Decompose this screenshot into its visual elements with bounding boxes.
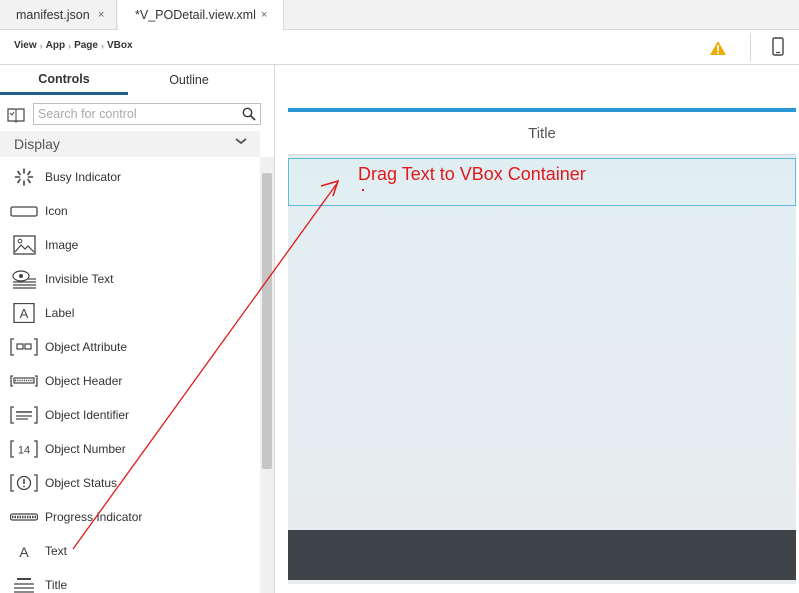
tab-manifest-json[interactable]: manifest.json × xyxy=(0,0,117,29)
breadcrumb-item-page[interactable]: Page xyxy=(74,40,98,51)
tab-controls[interactable]: Controls xyxy=(0,65,128,95)
control-item-object-header[interactable]: Object Header xyxy=(0,364,258,398)
tab-label: *V_PODetail.view.xml xyxy=(135,8,256,22)
object-status-icon xyxy=(10,474,38,492)
control-item-object-status[interactable]: Object Status xyxy=(0,466,258,500)
control-label: Label xyxy=(45,306,75,320)
title-icon xyxy=(14,578,34,593)
image-icon xyxy=(13,235,36,255)
toolbar-divider xyxy=(750,33,751,61)
breadcrumb: View › App › Page › VBox xyxy=(14,40,133,51)
control-label: Progress Indicator xyxy=(45,510,143,524)
label-icon: A xyxy=(13,303,35,323)
control-item-progress-indicator[interactable]: Progress Indicator xyxy=(0,500,258,534)
page-footer[interactable] xyxy=(288,530,796,580)
control-library-panel: Controls Outline Display xyxy=(0,65,275,593)
svg-text:A: A xyxy=(20,306,29,321)
control-label: Invisible Text xyxy=(45,272,114,286)
search-box xyxy=(33,103,261,125)
close-icon[interactable]: × xyxy=(261,9,267,21)
scrollbar-track[interactable] xyxy=(260,157,274,593)
object-attribute-icon xyxy=(10,338,38,356)
control-item-object-identifier[interactable]: Object Identifier xyxy=(0,398,258,432)
progress-indicator-icon xyxy=(10,513,38,521)
control-item-object-attribute[interactable]: Object Attribute xyxy=(0,330,258,364)
control-item-busy-indicator[interactable]: Busy Indicator xyxy=(0,160,258,194)
page-title: Title xyxy=(528,124,556,142)
control-item-title[interactable]: Title xyxy=(0,568,258,593)
chevron-right-icon: › xyxy=(100,40,104,51)
object-number-icon: 14 xyxy=(10,440,38,458)
control-item-invisible-text[interactable]: Invisible Text xyxy=(0,262,258,296)
control-label: Object Identifier xyxy=(45,408,130,422)
control-label: Busy Indicator xyxy=(45,170,122,184)
control-item-image[interactable]: Image xyxy=(0,228,258,262)
control-label: Object Number xyxy=(45,442,126,456)
breadcrumb-item-vbox[interactable]: VBox xyxy=(107,40,133,51)
chevron-down-icon[interactable] xyxy=(234,134,248,148)
search-input[interactable] xyxy=(34,104,242,124)
control-item-label[interactable]: A Label xyxy=(0,296,258,330)
icon-placeholder-icon xyxy=(10,206,38,217)
control-item-text[interactable]: A Text xyxy=(0,534,258,568)
editor-tab-bar: manifest.json × *V_PODetail.view.xml × xyxy=(0,0,799,30)
library-book-icon[interactable] xyxy=(6,106,26,124)
phone-device-icon[interactable] xyxy=(771,37,785,57)
drag-instruction-annotation: Drag Text to VBox Container xyxy=(358,164,586,184)
control-label: Object Header xyxy=(45,374,123,388)
category-display[interactable]: Display xyxy=(0,131,260,157)
category-label: Display xyxy=(14,136,60,152)
breadcrumb-item-view[interactable]: View xyxy=(14,40,37,51)
panel-tabs: Controls Outline xyxy=(0,65,274,95)
control-label: Object Attribute xyxy=(45,340,128,354)
invisible-text-icon xyxy=(12,270,36,289)
object-identifier-icon xyxy=(10,406,38,424)
warning-icon[interactable] xyxy=(709,40,727,56)
breadcrumb-bar: View › App › Page › VBox xyxy=(0,30,799,65)
svg-text:14: 14 xyxy=(18,445,30,457)
control-label: Icon xyxy=(45,204,68,218)
scrollbar-thumb[interactable] xyxy=(262,173,272,469)
chevron-right-icon: › xyxy=(39,40,43,51)
tab-label: manifest.json xyxy=(16,7,90,22)
close-icon[interactable]: × xyxy=(98,9,104,21)
control-label: Object Status xyxy=(45,476,118,490)
control-label: Text xyxy=(45,544,68,558)
svg-text:A: A xyxy=(19,544,29,560)
page-header[interactable]: Title xyxy=(288,112,796,155)
busy-indicator-icon xyxy=(14,168,34,186)
control-item-object-number[interactable]: 14 Object Number xyxy=(0,432,258,466)
search-row xyxy=(0,103,274,127)
control-item-icon[interactable]: Icon xyxy=(0,194,258,228)
object-header-icon xyxy=(10,375,38,387)
control-label: Image xyxy=(45,238,79,252)
tab-podetail-view-xml[interactable]: *V_PODetail.view.xml × xyxy=(118,0,284,30)
breadcrumb-item-app[interactable]: App xyxy=(46,40,65,51)
design-canvas: Title xyxy=(275,65,799,593)
chevron-right-icon: › xyxy=(68,40,72,51)
control-label: Title xyxy=(45,578,68,592)
text-icon: A xyxy=(19,544,29,560)
tab-outline[interactable]: Outline xyxy=(128,65,250,95)
search-icon[interactable] xyxy=(242,107,256,121)
